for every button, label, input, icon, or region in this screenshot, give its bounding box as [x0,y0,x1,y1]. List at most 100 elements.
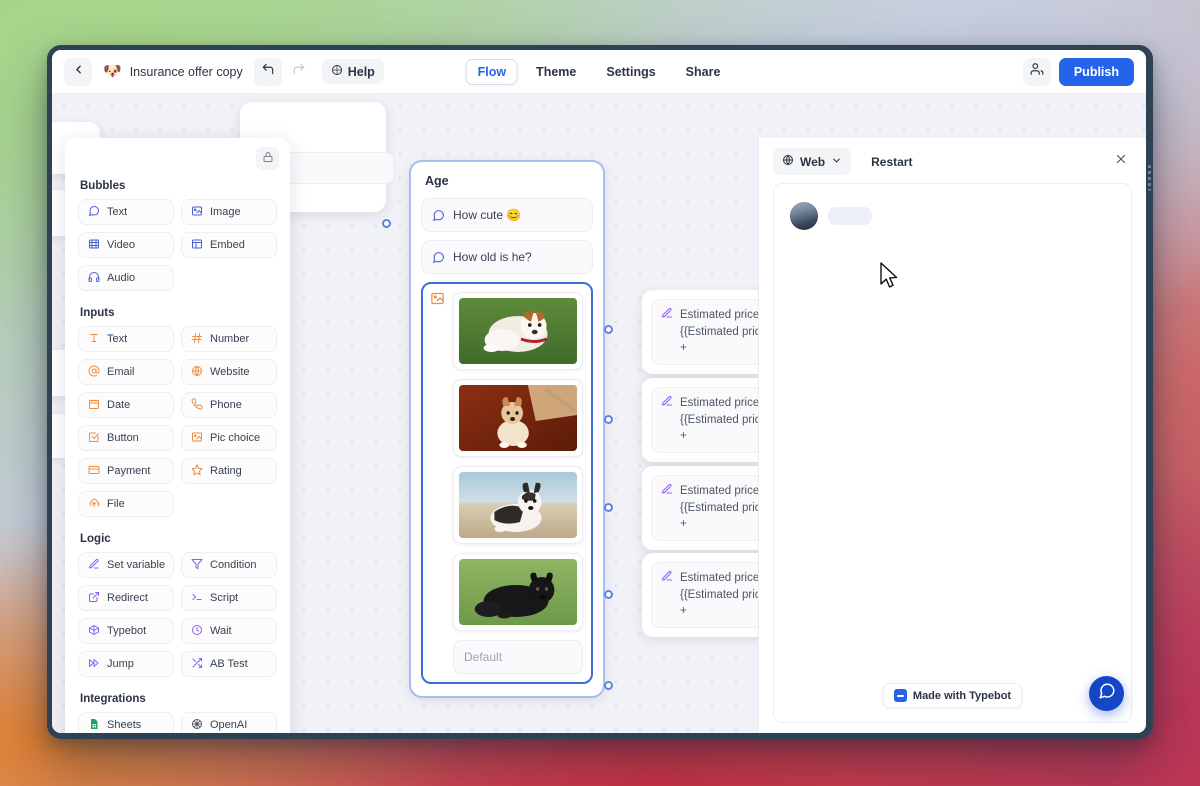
lock-sidebar-button[interactable] [256,147,279,170]
made-with-label: Made with Typebot [912,689,1012,702]
block-button-text-bubble[interactable]: Text [78,199,174,225]
external-link-icon [87,591,100,605]
picture-option[interactable] [453,553,583,631]
block-button-redirect[interactable]: Redirect [78,585,174,611]
picture-option[interactable] [453,379,583,457]
node-line-1: Estimated price = [680,485,770,497]
undo-button[interactable] [253,57,282,86]
lock-icon [262,150,274,168]
restart-button[interactable]: Restart [863,149,920,175]
block-picture-choice[interactable]: Default [421,282,593,684]
block-button-text-input[interactable]: Text [78,326,174,352]
sidebar-section-title-bubbles: Bubbles [80,180,126,192]
block-button-payment[interactable]: Payment [78,458,174,484]
picture-choice-options [453,292,583,631]
block-button-file[interactable]: File [78,491,174,517]
block-button-condition[interactable]: Condition [181,552,277,578]
bot-name-button[interactable]: 🐶 Insurance offer copy [95,61,251,82]
chat-bubble-button[interactable] [1089,676,1124,711]
made-with-typebot-badge[interactable]: Made with Typebot [882,683,1023,708]
block-button-label: AB Test [210,658,248,670]
block-text-bubble-2[interactable]: How old is he? [421,240,593,274]
block-button-embed[interactable]: Embed [181,232,277,258]
speech-bubble-icon [432,251,445,264]
preview-chat-area[interactable]: Made with Typebot [773,183,1132,723]
blocks-sidebar[interactable]: Bubbles Text Image Video Embed Audio Inp… [65,138,290,733]
block-label: How old is he? [453,250,532,264]
block-button-ab-test[interactable]: AB Test [181,651,277,677]
block-button-script[interactable]: Script [181,585,277,611]
block-button-number[interactable]: Number [181,326,277,352]
edge-handle-default[interactable] [604,681,613,690]
edge-handle-source[interactable] [382,219,391,228]
flow-group-age[interactable]: Age How cute 😊 How old is he? Default [409,160,605,698]
chevron-left-icon [72,63,85,81]
avatar [790,202,818,230]
text-cursor-icon [87,332,100,346]
publish-button[interactable]: Publish [1058,57,1134,86]
speech-bubble-icon [87,205,100,219]
block-button-date[interactable]: Date [78,392,174,418]
terminal-icon [190,591,203,605]
close-preview-button[interactable] [1108,149,1134,175]
tab-theme[interactable]: Theme [524,59,588,85]
block-button-video[interactable]: Video [78,232,174,258]
sidebar-group-inputs: Text Number Email Website Date Phone But… [78,326,277,517]
edge-handle-option-4[interactable] [604,590,613,599]
block-button-set-variable[interactable]: Set variable [78,552,174,578]
back-button[interactable] [64,57,92,86]
sidebar-section-title-logic: Logic [80,533,111,545]
picture-option[interactable] [453,466,583,544]
typebot-logo-icon [893,689,907,702]
platform-select[interactable]: Web [773,148,852,175]
block-button-label: Text [107,333,128,345]
tab-flow[interactable]: Flow [465,58,519,85]
node-line-1: Estimated price = [680,397,770,409]
picture-choice-icon [190,431,203,445]
tab-settings[interactable]: Settings [594,59,667,85]
headphones-icon [87,271,100,285]
block-button-label: Text [107,206,128,218]
top-toolbar: 🐶 Insurance offer copy Help Flow Theme S… [52,50,1146,94]
block-button-label: Website [210,366,250,378]
block-button-label: Audio [107,272,136,284]
block-button-label: Set variable [107,559,166,571]
block-button-email[interactable]: Email [78,359,174,385]
block-button-openai[interactable]: OpenAI [181,712,277,733]
preview-panel: Web Restart Made with Typebot [758,138,1146,733]
help-circle-icon [331,64,343,79]
tab-share[interactable]: Share [674,59,733,85]
collaborators-button[interactable] [1022,57,1051,86]
edge-handle-option-2[interactable] [604,415,613,424]
block-button-image[interactable]: Image [181,199,277,225]
edge-handle-option-1[interactable] [604,325,613,334]
block-button-website[interactable]: Website [181,359,277,385]
block-button-button[interactable]: Button [78,425,174,451]
hash-icon [190,332,203,346]
phone-icon [190,398,203,412]
block-button-audio[interactable]: Audio [78,265,174,291]
block-button-label: Typebot [107,625,147,637]
redo-button[interactable] [285,58,313,86]
block-button-typebot[interactable]: Typebot [78,618,174,644]
block-button-label: Embed [210,239,245,251]
block-button-label: Condition [210,559,257,571]
block-button-wait[interactable]: Wait [181,618,277,644]
flow-canvas[interactable]: Age How cute 😊 How old is he? Default Es… [52,94,1146,733]
pencil-icon [661,483,673,533]
block-text-bubble-1[interactable]: How cute 😊 [421,198,593,232]
embed-icon [190,238,203,252]
picture-choice-default[interactable]: Default [453,640,583,674]
pencil-icon [661,307,673,357]
edge-handle-option-3[interactable] [604,503,613,512]
help-button[interactable]: Help [321,59,384,84]
filter-icon [190,558,203,572]
block-button-phone[interactable]: Phone [181,392,277,418]
block-button-pic-choice[interactable]: Pic choice [181,425,277,451]
block-button-rating[interactable]: Rating [181,458,277,484]
picture-option[interactable] [453,292,583,370]
block-button-jump[interactable]: Jump [78,651,174,677]
block-button-sheets[interactable]: Sheets [78,712,174,733]
platform-label: Web [800,154,826,169]
node-line-1: Estimated price = [680,572,770,584]
